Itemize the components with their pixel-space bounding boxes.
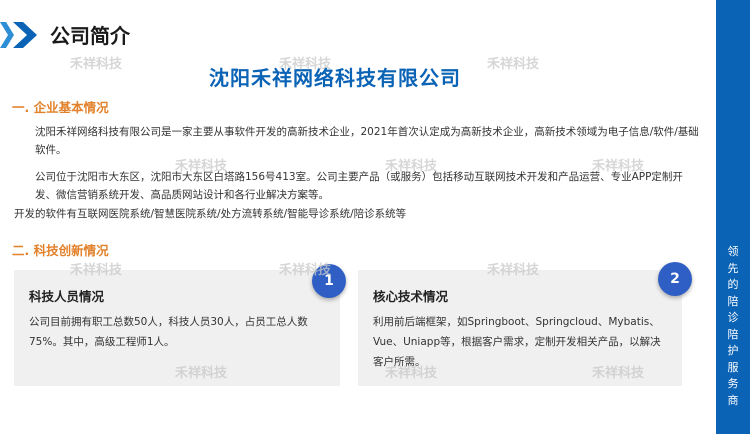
slogan-char: 领 bbox=[727, 245, 739, 258]
section-heading-innovation: 二. 科技创新情况 bbox=[12, 243, 109, 258]
slogan-char: 先 bbox=[727, 261, 739, 275]
watermark: 禾祥科技 bbox=[592, 159, 645, 174]
watermark: 禾祥科技 bbox=[385, 159, 438, 174]
slogan-char: 服 bbox=[727, 360, 739, 374]
sidebar-slogan: 领 先 的 陪 诊 陪 护 服 务 商 bbox=[716, 244, 750, 409]
chevron-right-icon bbox=[0, 22, 14, 48]
watermark: 禾祥科技 bbox=[70, 57, 123, 72]
card-body: 公司目前拥有职工总数50人，科技人员30人，占员工总人数75%。其中，高级工程师… bbox=[29, 316, 308, 348]
chevron-right-icon bbox=[13, 22, 37, 48]
section-heading-basic-info: 一. 企业基本情况 bbox=[12, 100, 109, 115]
watermark: 禾祥科技 bbox=[279, 57, 332, 72]
slogan-char: 的 bbox=[727, 278, 739, 291]
slogan-char: 陪 bbox=[727, 327, 739, 341]
watermark: 禾祥科技 bbox=[487, 263, 540, 278]
slogan-char: 商 bbox=[727, 393, 739, 407]
page-title: 公司简介 bbox=[50, 24, 130, 48]
paragraph-intro: 沈阳禾祥网络科技有限公司是一家主要从事软件开发的高新技术企业，2021年首次认定… bbox=[35, 126, 699, 156]
card-title: 核心技术情况 bbox=[373, 289, 449, 304]
number-badge: 2 bbox=[658, 262, 692, 296]
watermark: 禾祥科技 bbox=[385, 366, 438, 381]
watermark: 禾祥科技 bbox=[592, 366, 645, 381]
slogan-char: 务 bbox=[727, 377, 739, 390]
watermark: 禾祥科技 bbox=[487, 57, 540, 72]
watermark: 禾祥科技 bbox=[279, 263, 332, 278]
watermark: 禾祥科技 bbox=[175, 159, 228, 174]
paragraph-software: 开发的软件有互联网医院系统/智慧医院系统/处方流转系统/智能导诊系统/陪诊系统等 bbox=[14, 208, 407, 220]
card-title: 科技人员情况 bbox=[29, 289, 105, 304]
watermark: 禾祥科技 bbox=[70, 263, 123, 278]
slogan-char: 护 bbox=[727, 344, 739, 357]
watermark: 禾祥科技 bbox=[175, 366, 228, 381]
sidebar-banner: 领 先 的 陪 诊 陪 护 服 务 商 bbox=[716, 0, 750, 434]
slogan-char: 诊 bbox=[727, 311, 739, 324]
slogan-char: 陪 bbox=[727, 294, 739, 308]
